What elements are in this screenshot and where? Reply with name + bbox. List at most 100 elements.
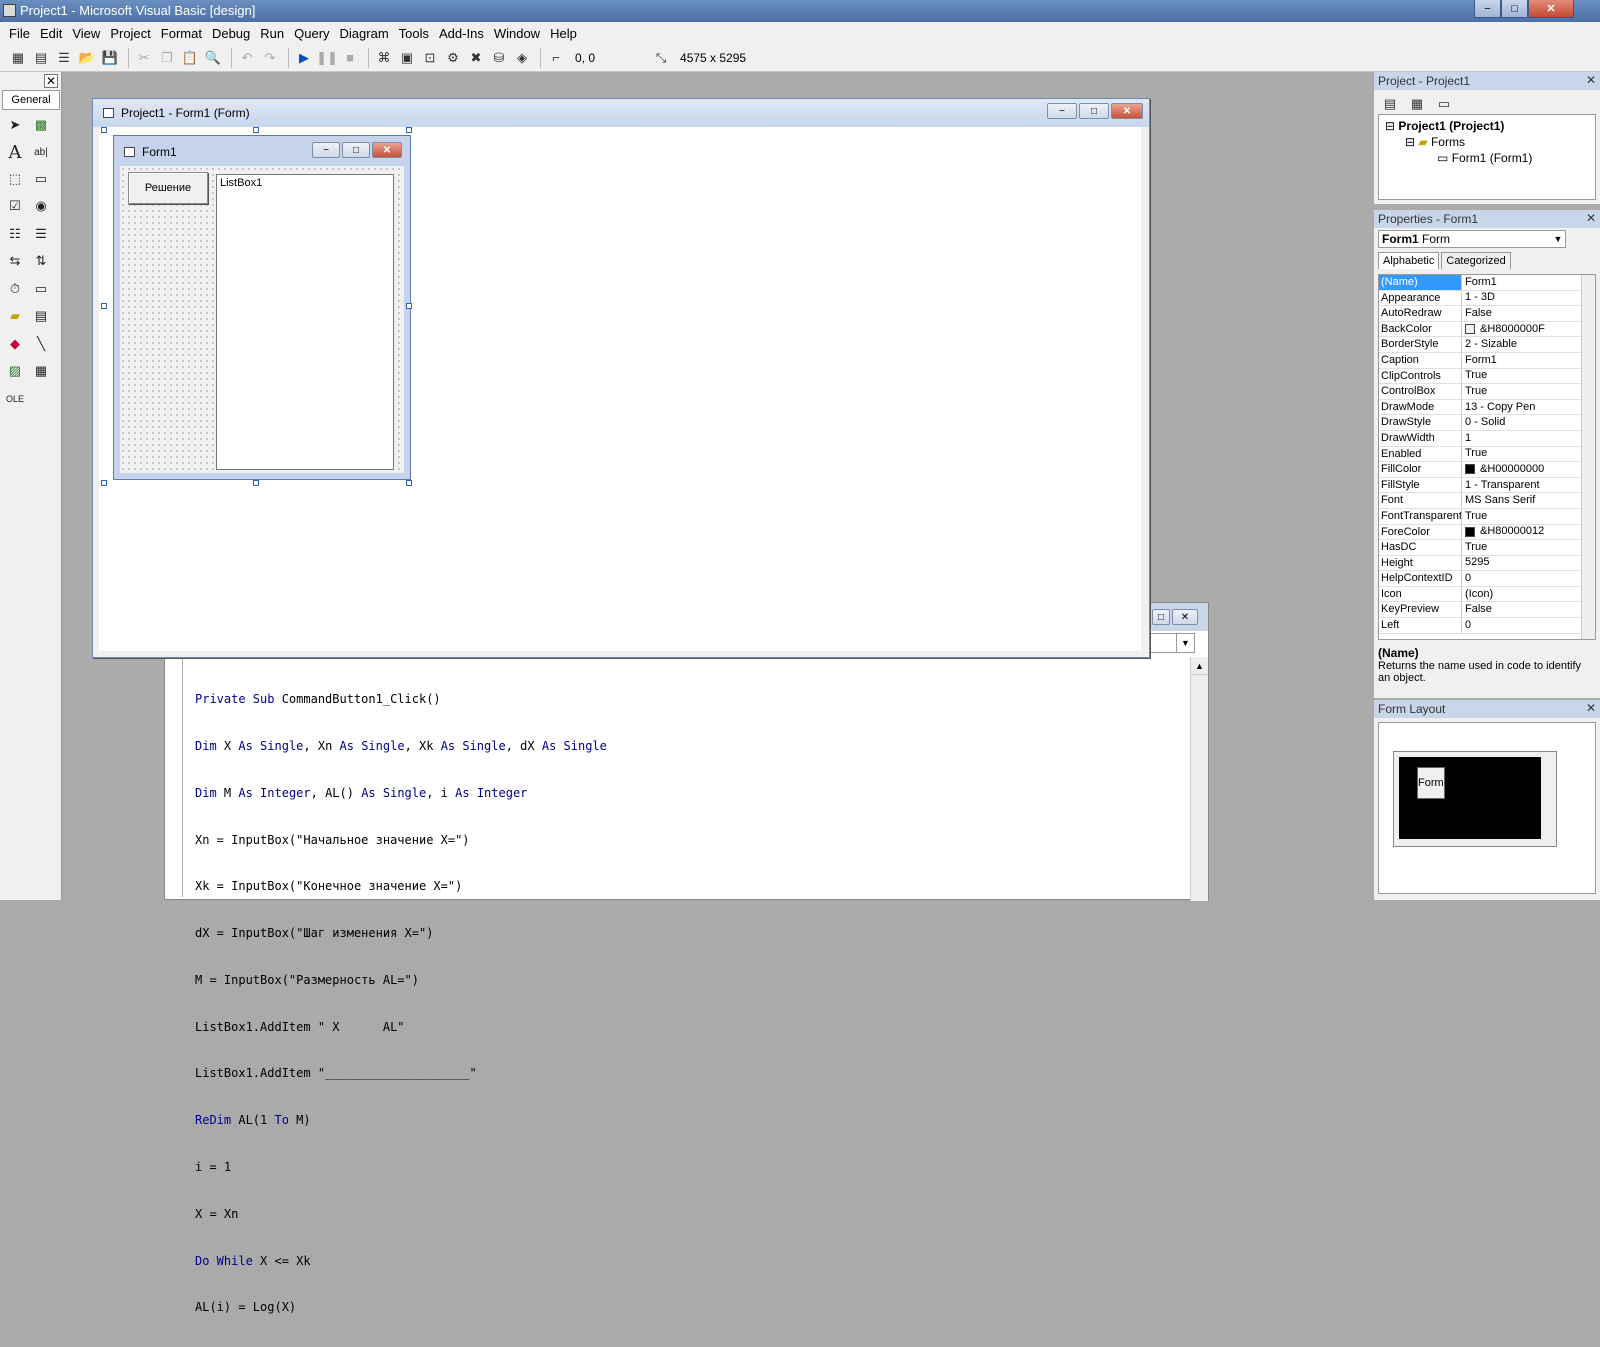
menu-help[interactable]: Help bbox=[545, 26, 582, 41]
properties-window-icon[interactable]: ▣ bbox=[397, 48, 417, 68]
property-value[interactable]: True bbox=[1462, 509, 1595, 524]
property-row[interactable]: KeyPreview False bbox=[1379, 602, 1595, 619]
designer-close-button[interactable]: ✕ bbox=[1111, 103, 1143, 119]
resize-handle[interactable] bbox=[253, 480, 259, 486]
dirlistbox-tool-icon[interactable]: ▰ bbox=[4, 305, 26, 327]
form1-design[interactable]: Form1 − □ ✕ Решение ListBox1 bbox=[113, 135, 411, 480]
commandbutton-tool-icon[interactable]: ▭ bbox=[30, 168, 52, 190]
property-value[interactable]: False bbox=[1462, 602, 1595, 617]
property-row[interactable]: Height 5295 bbox=[1379, 555, 1595, 572]
view-code-icon[interactable]: ▤ bbox=[1380, 94, 1400, 114]
menu-debug[interactable]: Debug bbox=[207, 26, 255, 41]
add-form-icon[interactable]: ▤ bbox=[31, 48, 51, 68]
pointer-tool-icon[interactable]: ➤ bbox=[4, 114, 26, 136]
designer-maximize-button[interactable]: □ bbox=[1079, 103, 1109, 119]
listbox1[interactable]: ListBox1 bbox=[216, 174, 394, 470]
add-project-icon[interactable]: ▦ bbox=[8, 48, 28, 68]
form1-minimize-button[interactable]: − bbox=[312, 142, 340, 158]
property-row[interactable]: DrawStyle 0 - Solid bbox=[1379, 415, 1595, 431]
menu-tools[interactable]: Tools bbox=[394, 26, 434, 41]
resize-handle[interactable] bbox=[101, 303, 107, 309]
property-row[interactable]: Font MS Sans Serif bbox=[1379, 493, 1595, 509]
tree-folder-forms[interactable]: ⊟ ▰ Forms bbox=[1405, 135, 1465, 149]
menu-diagram[interactable]: Diagram bbox=[335, 26, 394, 41]
property-row[interactable]: DrawWidth 1 bbox=[1379, 430, 1595, 447]
menu-query[interactable]: Query bbox=[289, 26, 334, 41]
view-object-icon[interactable]: ▦ bbox=[1407, 94, 1427, 114]
object-browser-icon[interactable]: ⚙ bbox=[443, 48, 463, 68]
redo-icon[interactable]: ↷ bbox=[260, 48, 280, 68]
chevron-down-icon[interactable]: ▼ bbox=[1551, 231, 1565, 247]
hscrollbar-tool-icon[interactable]: ⇆ bbox=[4, 250, 26, 272]
property-grid[interactable]: (Name) Form1 Appearance 1 - 3D AutoRedraw Fal… bbox=[1378, 274, 1596, 640]
open-project-icon[interactable]: 📂 bbox=[77, 48, 97, 68]
textbox-tool-icon[interactable]: ab| bbox=[30, 141, 52, 163]
optionbutton-tool-icon[interactable]: ◉ bbox=[30, 195, 52, 217]
property-row[interactable]: HasDC True bbox=[1379, 540, 1595, 556]
tab-alphabetic[interactable]: Alphabetic bbox=[1378, 252, 1440, 269]
property-value[interactable]: True bbox=[1462, 447, 1595, 462]
property-row[interactable]: FillStyle 1 - Transparent bbox=[1379, 477, 1595, 494]
image-tool-icon[interactable]: ▨ bbox=[4, 360, 26, 382]
form-position-preview[interactable]: Form bbox=[1417, 767, 1445, 799]
scroll-up-icon[interactable]: ▲ bbox=[1191, 657, 1208, 675]
object-combo[interactable]: Form1 Form ▼ bbox=[1378, 230, 1566, 248]
vscrollbar-tool-icon[interactable]: ⇅ bbox=[30, 250, 52, 272]
property-row[interactable]: FontTransparent True bbox=[1379, 508, 1595, 525]
timer-tool-icon[interactable]: ⏱ bbox=[4, 278, 26, 300]
minimize-button[interactable]: − bbox=[1474, 0, 1501, 18]
property-value[interactable]: True bbox=[1462, 369, 1595, 384]
property-value[interactable]: 0 bbox=[1462, 571, 1595, 586]
property-value[interactable]: 13 - Copy Pen bbox=[1462, 400, 1595, 415]
property-row[interactable]: Enabled True bbox=[1379, 446, 1595, 463]
menu-editor-icon[interactable]: ☰ bbox=[54, 48, 74, 68]
property-value[interactable]: 2 - Sizable bbox=[1462, 337, 1595, 352]
combobox-tool-icon[interactable]: ☷ bbox=[4, 223, 26, 245]
data-tool-icon[interactable]: ▦ bbox=[30, 360, 52, 382]
project-close-icon[interactable]: ✕ bbox=[1584, 74, 1598, 88]
form1-grid-surface[interactable]: Решение ListBox1 bbox=[120, 166, 404, 473]
filelistbox-tool-icon[interactable]: ▤ bbox=[30, 305, 52, 327]
property-row[interactable]: FillColor &H00000000 bbox=[1379, 462, 1595, 478]
property-row[interactable]: DrawMode 13 - Copy Pen bbox=[1379, 399, 1595, 416]
chevron-down-icon[interactable]: ▼ bbox=[1176, 634, 1194, 652]
property-value[interactable]: 0 bbox=[1462, 618, 1595, 633]
form-layout-close-icon[interactable]: ✕ bbox=[1584, 702, 1598, 716]
toolbox-icon[interactable]: ✖ bbox=[466, 48, 486, 68]
property-row[interactable]: AutoRedraw False bbox=[1379, 306, 1595, 322]
start-icon[interactable]: ▶ bbox=[294, 48, 314, 68]
line-tool-icon[interactable]: ╲ bbox=[30, 333, 52, 355]
component-manager-icon[interactable]: ◈ bbox=[512, 48, 532, 68]
resize-handle[interactable] bbox=[253, 127, 259, 133]
resize-handle[interactable] bbox=[406, 127, 412, 133]
project-explorer-icon[interactable]: ⌘ bbox=[374, 48, 394, 68]
property-value[interactable]: 0 - Solid bbox=[1462, 415, 1595, 430]
form1-maximize-button[interactable]: □ bbox=[342, 142, 370, 158]
property-value[interactable]: False bbox=[1462, 306, 1595, 321]
picturebox-tool-icon[interactable]: ▩ bbox=[30, 114, 52, 136]
designer-minimize-button[interactable]: − bbox=[1047, 103, 1077, 119]
maximize-button[interactable]: □ bbox=[1501, 0, 1528, 18]
property-value[interactable]: True bbox=[1462, 384, 1595, 399]
resize-handle[interactable] bbox=[101, 127, 107, 133]
property-value[interactable]: Form1 bbox=[1462, 353, 1595, 368]
property-row[interactable]: (Name) Form1 bbox=[1379, 275, 1595, 291]
end-icon[interactable]: ■ bbox=[340, 48, 360, 68]
property-value[interactable]: &H00000000 bbox=[1462, 462, 1595, 477]
toolbox-tab-general[interactable]: General bbox=[2, 90, 60, 110]
find-icon[interactable]: 🔍 bbox=[203, 48, 223, 68]
menu-window[interactable]: Window bbox=[489, 26, 545, 41]
drivelistbox-tool-icon[interactable]: ▭ bbox=[30, 278, 52, 300]
tab-categorized[interactable]: Categorized bbox=[1441, 252, 1511, 269]
menu-file[interactable]: File bbox=[4, 26, 35, 41]
property-value[interactable]: Form1 bbox=[1462, 275, 1595, 290]
menu-run[interactable]: Run bbox=[255, 26, 289, 41]
data-view-icon[interactable]: ⛁ bbox=[489, 48, 509, 68]
property-row[interactable]: HelpContextID 0 bbox=[1379, 571, 1595, 587]
project-tree[interactable]: ⊟ Project1 (Project1) ⊟ ▰ Forms ▭ Form1 … bbox=[1378, 114, 1596, 200]
paste-icon[interactable]: 📋 bbox=[180, 48, 200, 68]
property-grid-scrollbar[interactable] bbox=[1581, 275, 1595, 639]
property-row[interactable]: Appearance 1 - 3D bbox=[1379, 290, 1595, 307]
resize-handle[interactable] bbox=[101, 480, 107, 486]
tree-root[interactable]: ⊟ Project1 (Project1) bbox=[1385, 119, 1504, 133]
